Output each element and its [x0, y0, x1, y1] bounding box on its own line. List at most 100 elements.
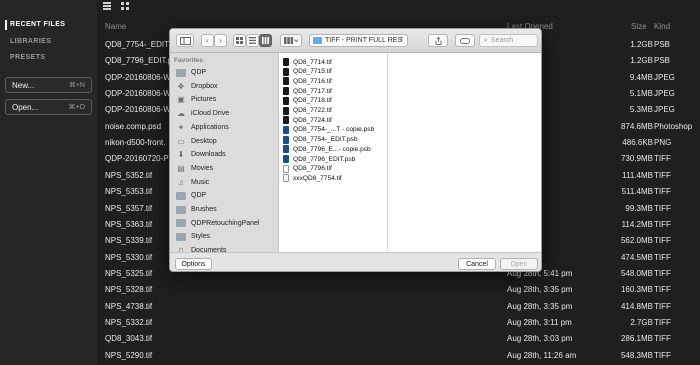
current-folder-name: TIFF - PRINT FULL RES [325, 37, 403, 44]
sidebar-favorite-item[interactable]: ❖ Dropbox [176, 80, 217, 93]
dialog-file-name: QD8_7722.tif [293, 107, 332, 114]
cancel-button[interactable]: Cancel [458, 258, 496, 270]
dialog-file-item[interactable]: QD8_7717.tif [283, 86, 332, 96]
dialog-file-name: QD8_7716.tif [293, 77, 332, 85]
sidebar-favorite-item[interactable]: ☁ iCloud Drive [176, 107, 229, 120]
sidebar-favorite-item[interactable]: ✦ Applications [176, 121, 229, 134]
column-header-kind[interactable]: Kind [654, 22, 670, 31]
sidebar-favorite-item[interactable]: Styles [176, 230, 210, 243]
document-icon [283, 174, 289, 183]
table-row[interactable]: NPS_4738.tif Aug 28th, 3:35 pm 414.8MB TIFF [97, 299, 700, 315]
path-popup[interactable]: TIFF - PRINT FULL RES ⇕ [309, 34, 408, 47]
table-row[interactable]: NPS_5332.tif Aug 28th, 3:11 pm 2.7GB TIFF [97, 315, 700, 331]
dialog-file-item[interactable]: QD8_7722.tif [283, 106, 332, 116]
downloads-icon: ⬇ [177, 150, 185, 160]
grid-view-icon[interactable] [121, 2, 129, 10]
file-name: NPS_5352.tif [105, 170, 153, 180]
options-button[interactable]: Options [175, 258, 212, 270]
music-icon: ♫ [178, 177, 184, 187]
file-name: QDP-20160806-W [105, 89, 171, 99]
dialog-file-item[interactable]: QD8_7796_EDIT.psb [283, 154, 355, 164]
dialog-file-name: QD8_7754-_...T - copie.psb [293, 126, 375, 134]
file-size: 730.9MB [620, 154, 653, 164]
forward-arrow-icon[interactable]: › [214, 34, 227, 47]
cloud-icon: ☁ [177, 109, 185, 119]
file-kind: JPEG [654, 105, 675, 115]
sidebar-favorite-item[interactable]: ♫ Music [176, 176, 209, 189]
favorite-label: Applications [191, 123, 229, 131]
file-kind: TIFF [654, 154, 671, 164]
applications-icon: ✦ [177, 122, 185, 132]
dialog-file-item[interactable]: QD8_7796_E...- copie.psb [283, 144, 371, 154]
icon-view-icon[interactable] [233, 34, 246, 47]
file-size: 511.4MB [621, 187, 653, 197]
dialog-file-item[interactable]: QD8_7796.tif [283, 164, 332, 174]
file-size: 160.3MB [620, 285, 653, 295]
document-icon [283, 58, 289, 66]
favorite-label: Brushes [191, 206, 217, 213]
file-size: 414.8MB [620, 301, 653, 311]
file-name: nikon-d500-front. [105, 138, 166, 148]
column-header-name[interactable]: Name [105, 22, 126, 31]
search-input[interactable]: ⌕ Search [479, 34, 538, 47]
sidebar-item-presets[interactable]: PRESETS [10, 54, 45, 61]
tags-icon[interactable] [455, 34, 475, 47]
open-button[interactable]: Open... ⌘+O [5, 99, 92, 115]
share-icon[interactable] [428, 34, 448, 47]
sidebar-item-recent-files[interactable]: RECENT FILES [10, 21, 65, 28]
sidebar-favorite-item[interactable]: QDPRetouchingPanel [176, 217, 260, 230]
file-kind: TIFF [654, 268, 671, 278]
dialog-file-item[interactable]: QD8_7718.tif [283, 96, 332, 106]
sidebar-item-libraries[interactable]: LIBRARIES [10, 38, 51, 45]
open-file-button[interactable]: Open [500, 258, 538, 270]
file-kind: PSB [654, 56, 671, 66]
folder-icon [176, 68, 186, 77]
new-button[interactable]: New... ⌘+N [5, 77, 92, 93]
file-kind: TIFF [654, 301, 671, 311]
sidebar-favorite-item[interactable]: ▣ Pictures [176, 93, 216, 106]
table-row[interactable]: QD8_3043.tif Aug 28th, 3:03 pm 286.1MB TIFF [97, 331, 700, 347]
sidebar-favorite-item[interactable]: QDP [176, 189, 206, 202]
dropbox-icon: ❖ [177, 81, 185, 91]
search-icon: ⌕ [484, 36, 488, 44]
dialog-file-item[interactable]: QD8_7754-_...T - copie.psb [283, 125, 374, 135]
dialog-file-name: QD8_7796_E...- copie.psb [293, 145, 371, 153]
back-arrow-icon[interactable]: ‹ [201, 34, 214, 47]
file-size: 486.6KB [622, 138, 653, 148]
dialog-file-item[interactable]: QD8_7724.tif [283, 115, 332, 125]
favorite-label: Downloads [191, 151, 226, 159]
dialog-sidebar: Favorites QDP ❖ Dropbox ▣ Pictures ☁ iCloud Dr… [170, 53, 279, 252]
file-size: 1.2GB [630, 40, 653, 49]
column-header-size[interactable]: Size [631, 22, 647, 31]
list-view-icon[interactable] [246, 34, 259, 47]
file-name: QD8_7796_EDIT.p [105, 56, 173, 66]
dialog-file-item[interactable]: QD8_7754-_EDIT.psb [283, 135, 358, 145]
sidebar-favorite-item[interactable]: ▭ Desktop [176, 135, 216, 148]
document-icon [283, 87, 289, 96]
dialog-file-item[interactable]: QD8_7714.tif [283, 57, 332, 67]
table-row[interactable]: NPS_5328.tif Aug 28th, 3:35 pm 160.3MB TIFF [97, 282, 700, 298]
table-row[interactable]: NPS_5290.tif Aug 28th, 11:26 am 548.3MB TIF… [97, 348, 700, 364]
file-name: NPS_5339.tif [105, 236, 153, 246]
sidebar: RECENT FILES LIBRARIES PRESETS New... ⌘+… [0, 0, 97, 365]
folder-icon [176, 191, 186, 200]
sidebar-favorite-item[interactable]: QDP [176, 66, 206, 79]
sidebar-favorite-item[interactable]: ▤ Movies [176, 162, 213, 175]
arrange-menu-icon[interactable] [280, 34, 302, 47]
sidebar-favorite-item[interactable]: ⬇ Downloads [176, 148, 226, 161]
dialog-file-name: QD8_7717.tif [293, 87, 332, 95]
sidebar-favorite-item[interactable]: Brushes [176, 203, 217, 216]
list-view-icon[interactable] [103, 2, 111, 10]
dialog-file-name: xxxQD8_7754.tif [293, 174, 342, 182]
file-size: 2.7GB [630, 317, 653, 327]
dialog-file-item[interactable]: QD8_7715.tif [283, 67, 332, 77]
column-view-icon[interactable] [259, 34, 272, 47]
document-icon [283, 96, 289, 105]
document-icon [283, 145, 289, 154]
file-name: QDP-20160806-W [105, 72, 171, 82]
sidebar-favorite-item[interactable]: ▯ Documents [176, 244, 227, 252]
dialog-file-item[interactable]: QD8_7716.tif [283, 76, 332, 86]
dialog-file-item[interactable]: xxxQD8_7754.tif [283, 173, 342, 183]
file-kind: TIFF [654, 187, 671, 197]
sidebar-toggle-icon[interactable] [176, 34, 194, 47]
